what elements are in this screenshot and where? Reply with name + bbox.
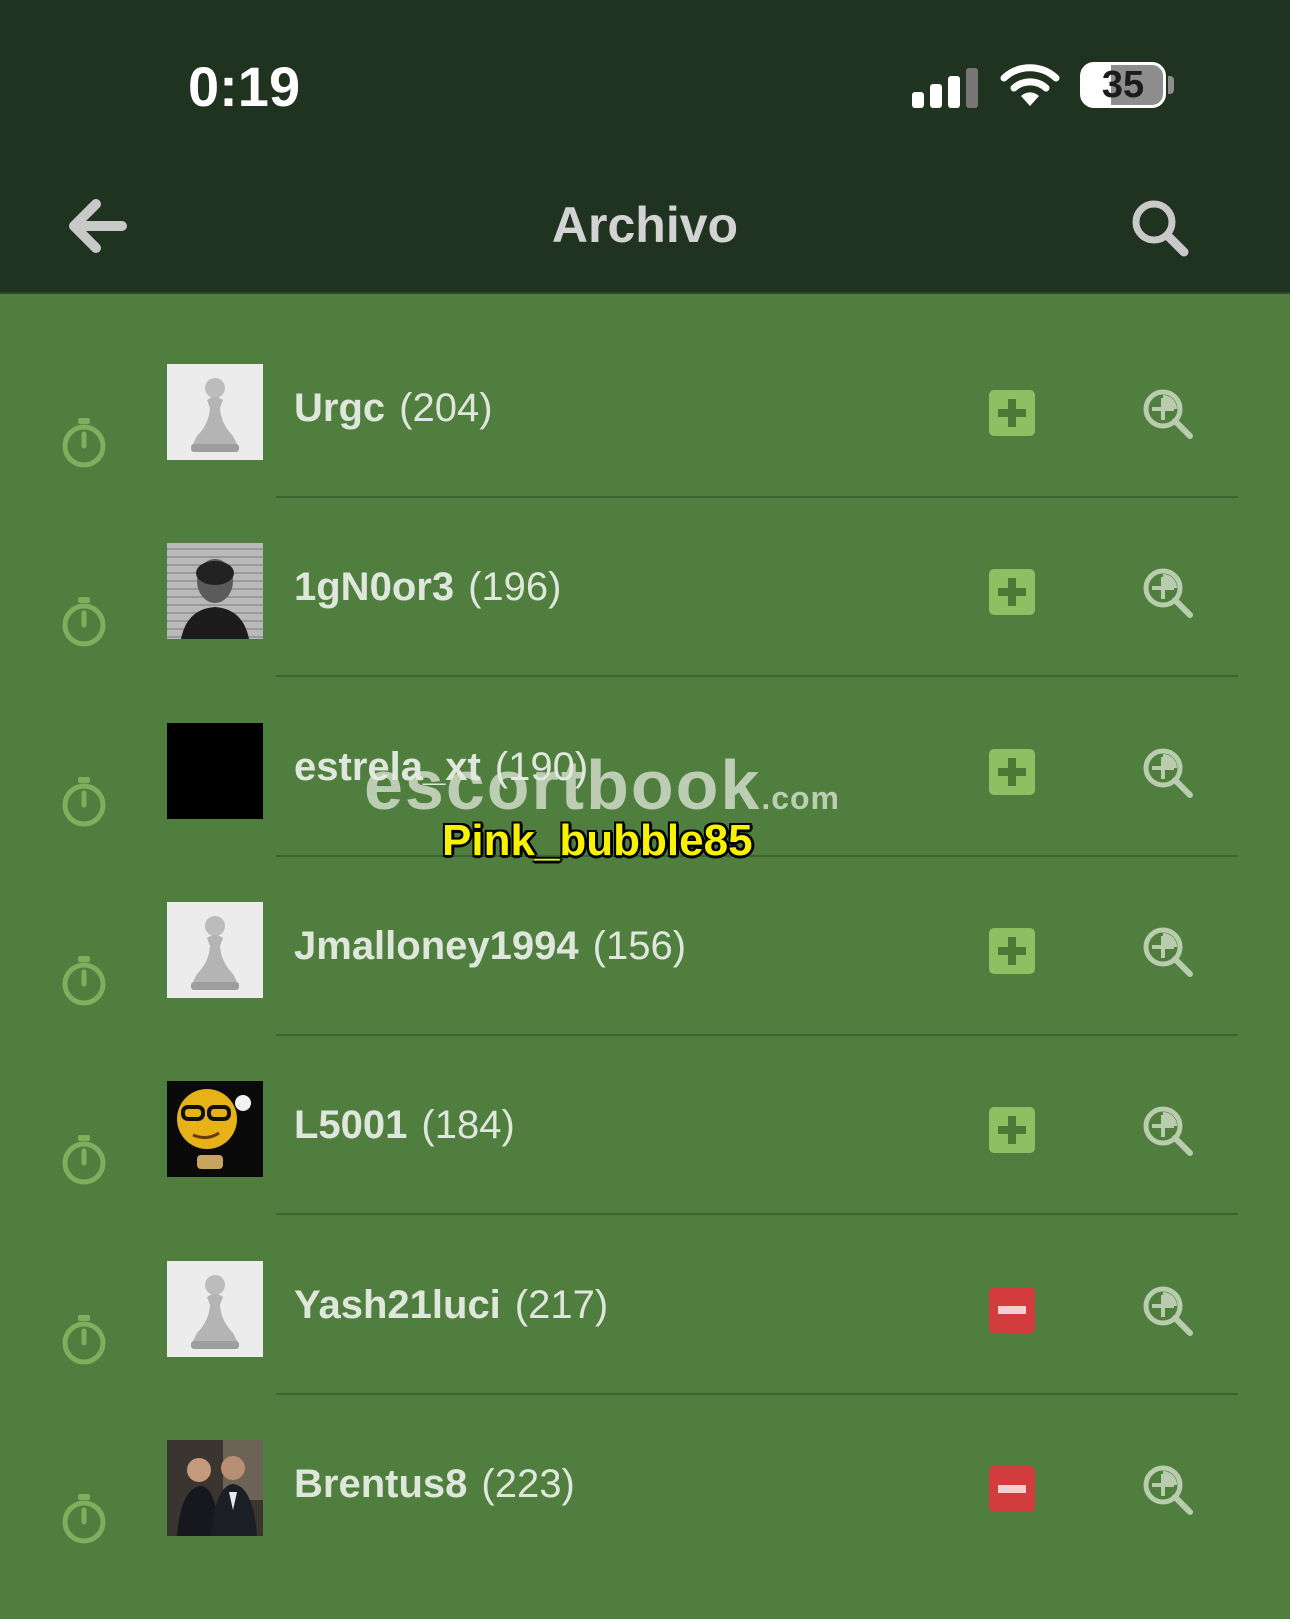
player-name-line[interactable]: Jmalloney1994 (156) — [294, 924, 686, 969]
timer-icon — [56, 773, 112, 829]
timer-icon — [56, 414, 112, 470]
player-username[interactable]: Brentus8 — [294, 1462, 467, 1506]
overlay-tag: Pink_bubble85 — [442, 816, 753, 865]
player-name-line[interactable]: Brentus8 (223) — [294, 1462, 575, 1507]
search-icon[interactable] — [1124, 192, 1196, 264]
cellular-signal-icon — [912, 66, 978, 108]
timer-icon — [56, 593, 112, 649]
avatar[interactable] — [167, 1081, 263, 1177]
avatar[interactable] — [167, 543, 263, 639]
list-item[interactable]: L5001 (184) — [0, 1081, 1290, 1260]
battery-level: 35 — [1101, 64, 1145, 106]
top-bar: 0:19 35 Archivo — [0, 0, 1290, 294]
player-username[interactable]: Jmalloney1994 — [294, 924, 579, 968]
player-rating: (156) — [592, 924, 687, 968]
avatar[interactable] — [167, 1261, 263, 1357]
status-time: 0:19 — [188, 55, 301, 118]
player-rating: (204) — [399, 386, 493, 430]
player-name-line[interactable]: L5001 (184) — [294, 1103, 515, 1148]
list-item[interactable]: Brentus8 (223) — [0, 1440, 1290, 1619]
battery-nub — [1168, 76, 1174, 94]
add-button[interactable] — [989, 390, 1035, 436]
row-divider — [276, 496, 1238, 498]
player-name-line[interactable]: 1gN0or3 (196) — [294, 565, 561, 610]
player-username[interactable]: L5001 — [294, 1103, 407, 1147]
avatar[interactable] — [167, 364, 263, 460]
zoom-in-icon[interactable] — [1140, 1103, 1194, 1157]
avatar[interactable] — [167, 902, 263, 998]
add-button[interactable] — [989, 928, 1035, 974]
player-name-line[interactable]: Urgc (204) — [294, 386, 493, 431]
player-rating: (223) — [481, 1462, 575, 1506]
player-username[interactable]: Yash21luci — [294, 1283, 501, 1327]
remove-button[interactable] — [989, 1287, 1035, 1333]
zoom-in-icon[interactable] — [1140, 745, 1194, 799]
list-item[interactable]: Urgc (204) — [0, 364, 1290, 543]
row-divider — [276, 1393, 1238, 1395]
row-divider — [276, 1213, 1238, 1215]
watermark-suffix: .com — [761, 780, 840, 816]
player-rating: (196) — [468, 565, 562, 609]
add-button[interactable] — [989, 569, 1035, 615]
watermark: escortbook.com — [364, 745, 840, 825]
remove-button[interactable] — [989, 1466, 1035, 1512]
avatar[interactable] — [167, 1440, 263, 1536]
zoom-in-icon[interactable] — [1140, 386, 1194, 440]
add-button[interactable] — [989, 1107, 1035, 1153]
wifi-icon — [1000, 64, 1060, 106]
player-username[interactable]: Urgc — [294, 386, 385, 430]
zoom-in-icon[interactable] — [1140, 1283, 1194, 1337]
row-divider — [276, 855, 1238, 857]
zoom-in-icon[interactable] — [1140, 565, 1194, 619]
avatar[interactable] — [167, 723, 263, 819]
player-name-line[interactable]: Yash21luci (217) — [294, 1283, 608, 1328]
row-divider — [276, 1034, 1238, 1036]
list-item[interactable]: Yash21luci (217) — [0, 1261, 1290, 1440]
battery-icon: 35 — [1080, 62, 1166, 108]
add-button[interactable] — [989, 749, 1035, 795]
list-item[interactable]: Jmalloney1994 (156) — [0, 902, 1290, 1081]
player-username[interactable]: 1gN0or3 — [294, 565, 454, 609]
timer-icon — [56, 952, 112, 1008]
player-rating: (184) — [421, 1103, 515, 1147]
timer-icon — [56, 1490, 112, 1546]
timer-icon — [56, 1311, 112, 1367]
timer-icon — [56, 1131, 112, 1187]
zoom-in-icon[interactable] — [1140, 924, 1194, 978]
page-title: Archivo — [551, 197, 739, 253]
player-rating: (217) — [514, 1283, 609, 1327]
row-divider — [276, 675, 1238, 677]
watermark-text: escortbook — [364, 746, 762, 824]
zoom-in-icon[interactable] — [1140, 1462, 1194, 1516]
list-item[interactable]: 1gN0or3 (196) — [0, 543, 1290, 722]
